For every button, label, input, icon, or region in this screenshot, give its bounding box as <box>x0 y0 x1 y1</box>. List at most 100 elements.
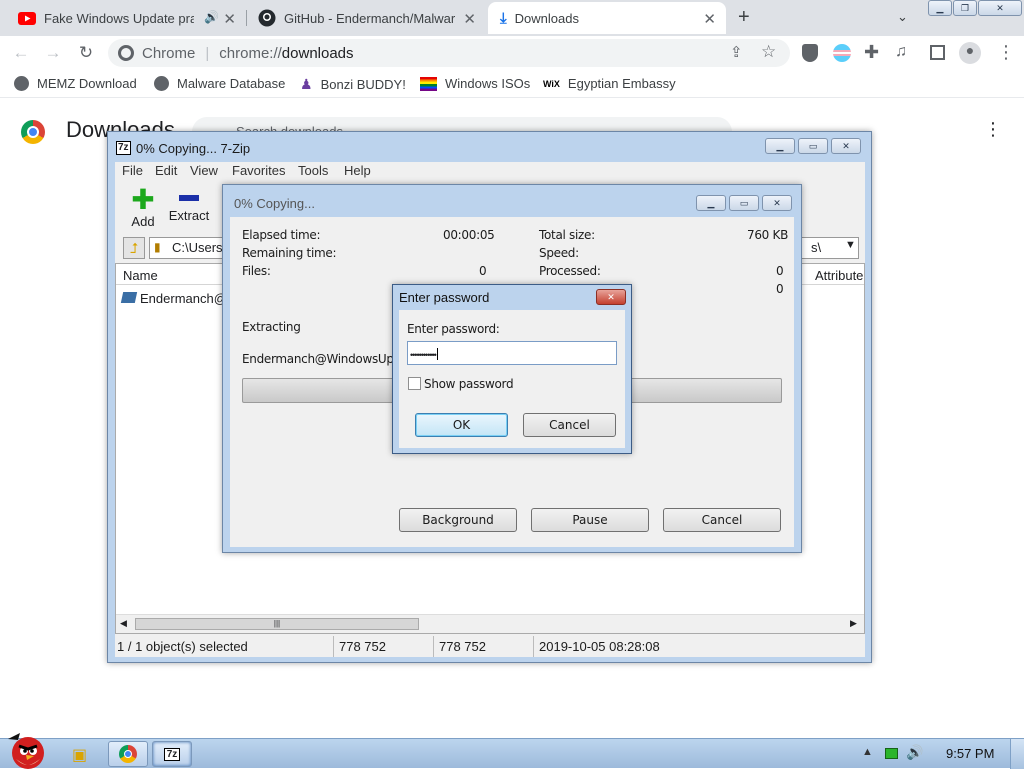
ok-button[interactable]: OK <box>415 413 508 437</box>
cancel-button[interactable]: Cancel <box>663 508 781 532</box>
globe-icon <box>154 76 169 91</box>
pause-button[interactable]: Pause <box>531 508 649 532</box>
path-value-right: s\ <box>811 240 822 255</box>
profile-avatar-icon[interactable]: ● <box>959 42 981 64</box>
new-tab-button[interactable]: + <box>738 6 750 29</box>
minus-icon <box>179 195 199 201</box>
show-hidden-icons[interactable]: ▲ <box>862 746 873 758</box>
globe-icon <box>14 76 29 91</box>
dropdown-arrow-icon[interactable]: ▼ <box>845 239 856 251</box>
add-button[interactable]: ✚ Add <box>124 186 162 230</box>
close-button[interactable]: ✕ <box>596 289 626 305</box>
close-button[interactable]: ✕ <box>762 195 792 211</box>
taskbar-chrome[interactable] <box>108 741 148 767</box>
files-value: 0 <box>479 264 487 278</box>
scrollbar-thumb[interactable]: ||| <box>135 618 419 630</box>
close-button[interactable]: ✕ <box>978 0 1022 16</box>
extensions-icon[interactable]: ✚ <box>864 42 879 63</box>
bookmark-star-icon[interactable]: ☆ <box>761 42 776 62</box>
tab-search-icon[interactable]: ⌄ <box>897 9 908 25</box>
scroll-left-icon[interactable]: ◀ <box>120 618 127 629</box>
bookmark-windows-isos[interactable]: Windows ISOs <box>420 76 530 91</box>
bookmark-label: MEMZ Download <box>37 76 137 91</box>
menu-bar: File Edit View Favorites Tools Help <box>115 162 865 180</box>
maximize-button[interactable]: ▭ <box>798 138 828 154</box>
share-icon[interactable]: ⇪ <box>730 43 743 61</box>
menu-favorites[interactable]: Favorites <box>232 163 285 178</box>
ublock-icon[interactable] <box>802 44 818 62</box>
extra-value: 0 <box>776 282 784 296</box>
sevenzip-icon: 7z <box>116 141 131 155</box>
media-control-icon[interactable]: ♫ <box>895 43 907 61</box>
list-item[interactable]: Endermanch@ <box>120 291 227 306</box>
bookmark-egyptian-embassy[interactable]: WiX Egyptian Embassy <box>543 76 676 91</box>
extract-button[interactable]: Extract <box>165 187 213 229</box>
chrome-logo-icon <box>21 120 45 144</box>
clock[interactable]: 9:57 PM <box>946 746 994 761</box>
menu-tools[interactable]: Tools <box>298 163 328 178</box>
explorer-icon[interactable]: ▣ <box>72 745 87 765</box>
bookmark-memz[interactable]: MEMZ Download <box>14 76 137 91</box>
elapsed-value: 00:00:05 <box>443 228 495 242</box>
file-name: Endermanch@ <box>140 291 227 306</box>
close-icon[interactable]: ✕ <box>223 10 236 28</box>
dialog-title: 0% Copying... <box>234 196 315 211</box>
tab-strip: Fake Windows Update pra 🔊 ✕ GitHub - End… <box>0 0 1024 36</box>
horizontal-scrollbar[interactable]: ◀ ||| ▶ <box>116 614 864 633</box>
bookmark-bonzi[interactable]: ♟ Bonzi BUDDY! <box>300 76 406 93</box>
background-button[interactable]: Background <box>399 508 517 532</box>
action-label: Extracting <box>242 320 301 334</box>
window-title: 0% Copying... 7-Zip <box>136 141 251 156</box>
extract-label: Extract <box>168 208 210 223</box>
minimize-button[interactable]: ▁ <box>928 0 952 16</box>
close-icon[interactable]: ✕ <box>463 10 476 28</box>
restore-button[interactable]: ❐ <box>953 0 977 16</box>
column-name[interactable]: Name <box>123 268 158 283</box>
cancel-button[interactable]: Cancel <box>523 413 616 437</box>
menu-help[interactable]: Help <box>344 163 371 178</box>
back-button[interactable]: ← <box>10 42 32 64</box>
password-value: •••••••••••• <box>410 350 437 360</box>
column-attributes[interactable]: Attribute <box>815 268 863 283</box>
processed-value: 0 <box>776 264 784 278</box>
menu-edit[interactable]: Edit <box>155 163 177 178</box>
bookmark-label: Malware Database <box>177 76 286 91</box>
side-panel-icon[interactable] <box>930 45 945 60</box>
minimize-button[interactable]: ▁ <box>696 195 726 211</box>
scroll-right-icon[interactable]: ▶ <box>850 618 857 629</box>
speaker-icon[interactable]: 🔊 <box>204 10 219 24</box>
show-password-checkbox[interactable] <box>408 377 421 390</box>
more-actions-icon[interactable]: ⋮ <box>984 119 1002 140</box>
tab-youtube[interactable]: Fake Windows Update pra 🔊 ✕ <box>0 2 246 34</box>
menu-view[interactable]: View <box>190 163 218 178</box>
tab-github[interactable]: GitHub - Endermanch/Malwar ✕ <box>248 2 486 34</box>
bookmark-malware-db[interactable]: Malware Database <box>154 76 285 91</box>
close-icon[interactable]: ✕ <box>703 10 716 28</box>
download-icon: ⤓ <box>500 9 507 27</box>
status-bar: 1 / 1 object(s) selected 778 752 778 752… <box>115 636 865 657</box>
add-label: Add <box>131 214 155 229</box>
volume-icon[interactable]: 🔊 <box>906 744 923 761</box>
tab-title: Downloads <box>514 10 579 26</box>
extension-flag-icon[interactable] <box>833 44 851 62</box>
show-desktop-button[interactable] <box>1010 739 1024 769</box>
taskbar-7zip[interactable]: 7z <box>152 741 192 767</box>
browser-toolbar: ← → ↻ Chrome | chrome:// downloads ⇪ ☆ ✚… <box>0 36 1024 70</box>
password-input[interactable]: •••••••••••• <box>407 341 617 365</box>
rainbow-flag-icon <box>420 76 437 91</box>
wix-icon: WiX <box>543 78 560 89</box>
up-folder-icon[interactable]: ⮥ <box>123 237 145 259</box>
omnibox[interactable]: Chrome | chrome:// downloads ⇪ ☆ <box>108 39 790 67</box>
reload-button[interactable]: ↻ <box>75 42 97 64</box>
start-button[interactable] <box>4 731 48 769</box>
forward-button[interactable]: → <box>42 42 64 64</box>
tab-downloads[interactable]: ⤓ Downloads ✕ <box>488 2 726 34</box>
show-password-label: Show password <box>424 377 514 391</box>
password-client: Enter password: •••••••••••• Show passwo… <box>399 310 625 448</box>
close-button[interactable]: ✕ <box>831 138 861 154</box>
menu-icon[interactable]: ⋮ <box>997 42 1015 63</box>
battery-icon[interactable] <box>885 748 898 759</box>
menu-file[interactable]: File <box>122 163 143 178</box>
minimize-button[interactable]: ▁ <box>765 138 795 154</box>
maximize-button[interactable]: ▭ <box>729 195 759 211</box>
